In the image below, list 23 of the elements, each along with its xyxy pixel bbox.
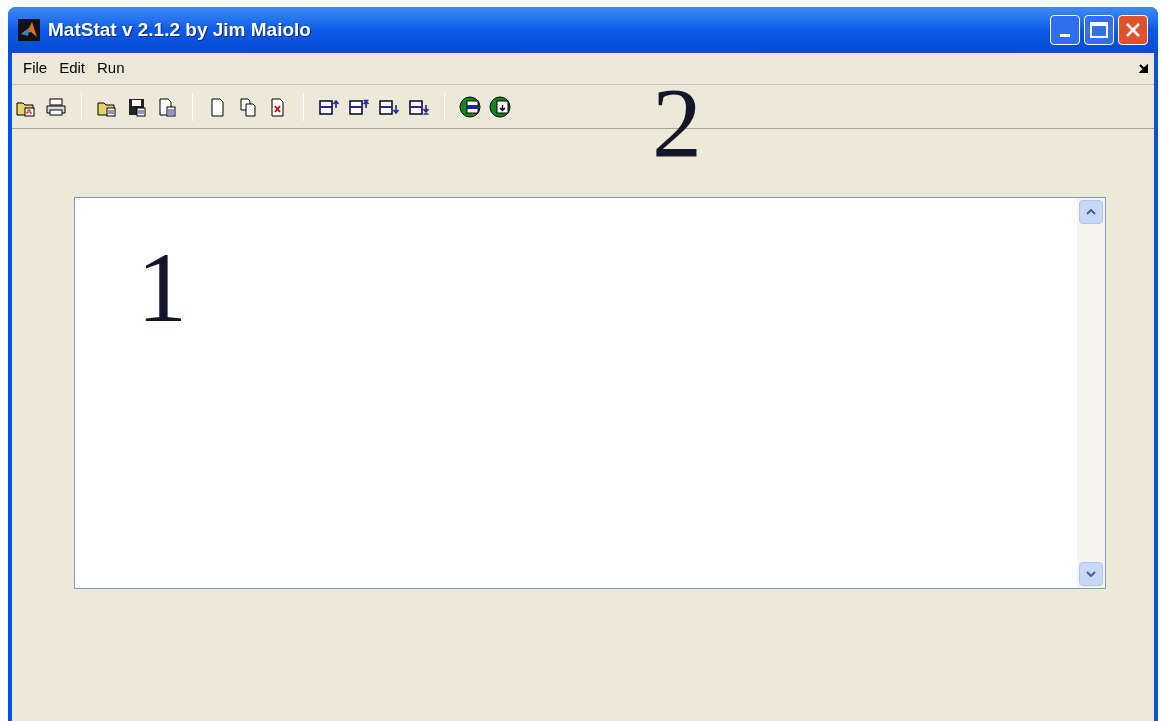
menu-item[interactable]: File [17,57,54,80]
dock-arrow-icon[interactable] [1139,63,1149,74]
annotation-label: 1 [137,232,187,343]
close-button[interactable] [1118,15,1148,45]
annotation-label: 2 [652,73,702,173]
vertical-scrollbar[interactable] [1077,198,1105,588]
table-circle-icon[interactable] [459,95,481,118]
menu-item[interactable]: Run [91,57,131,80]
menu-item[interactable]: Edit [53,57,92,80]
print-icon[interactable] [45,95,67,118]
minimize-button[interactable] [1050,15,1080,45]
caret-down-icon [1086,571,1096,577]
import-circle-icon[interactable] [489,95,511,118]
close-icon [1125,22,1141,38]
copy-icon[interactable] [237,95,259,118]
caret-up-icon [1086,209,1096,215]
list-box[interactable]: 1 [74,197,1106,589]
app-logo-icon [18,19,40,41]
document-icon[interactable] [156,95,178,118]
window-title: MatStat v 2.1.2 by Jim Maiolo [48,17,311,42]
scroll-up-button[interactable] [1079,200,1103,224]
maximize-button[interactable] [1084,15,1114,45]
scroll-down-button[interactable] [1079,562,1103,586]
